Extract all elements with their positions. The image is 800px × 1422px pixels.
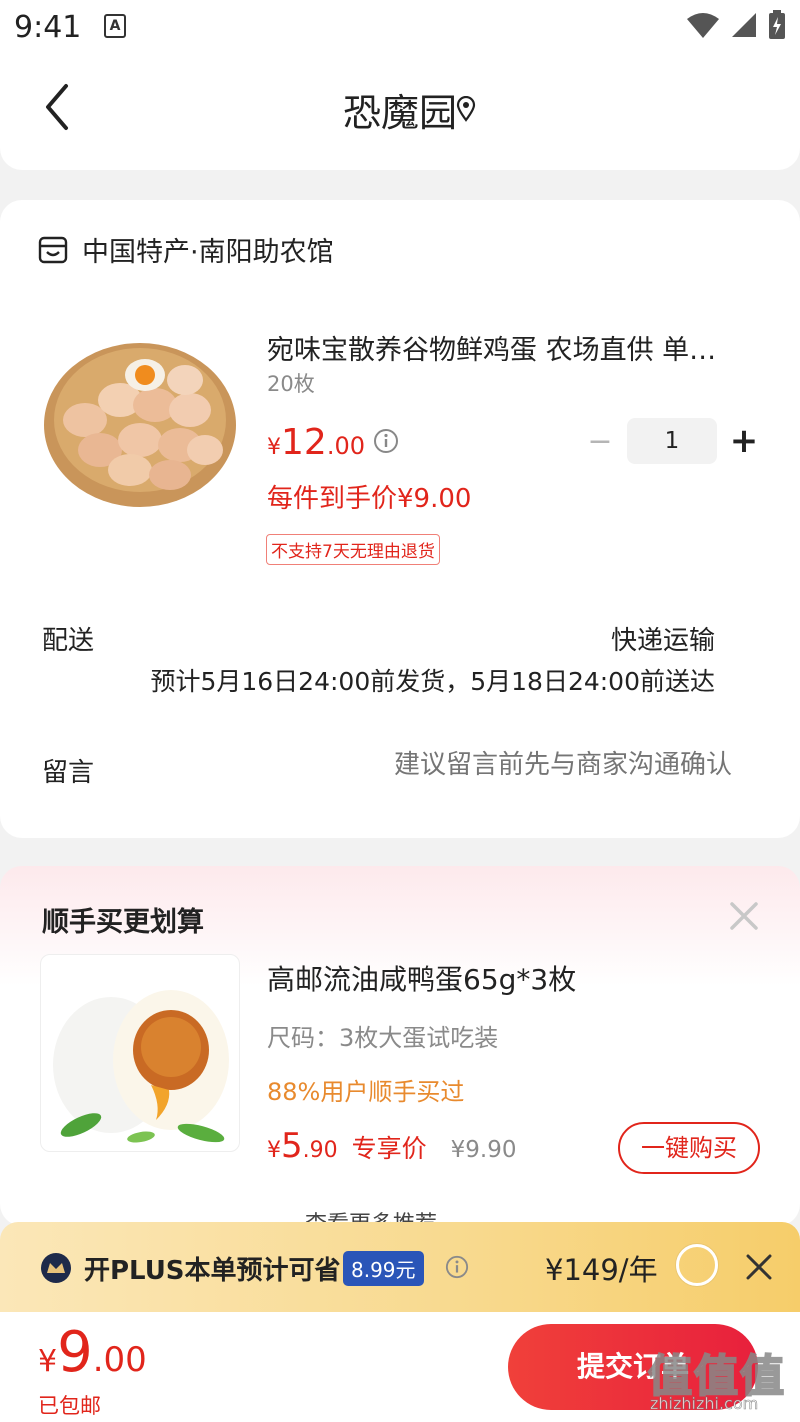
- status-bar: 9:41 A: [0, 0, 800, 52]
- signal-icon: [732, 13, 756, 37]
- plus-select-radio[interactable]: [676, 1244, 718, 1286]
- shop-name: 中国特产·南阳助农馆: [82, 237, 334, 268]
- recommend-section-title: 顺手买更划算: [42, 907, 204, 938]
- price-integer: 12: [281, 422, 327, 463]
- recommend-spec: 尺码：3枚大蛋试吃装: [267, 1024, 499, 1052]
- shop-row[interactable]: 中国特产·南阳助农馆: [38, 230, 334, 269]
- product-price: ¥ 12 .00: [267, 422, 365, 463]
- close-plus-icon[interactable]: [744, 1252, 774, 1282]
- recommend-price-tag: 专享价: [351, 1134, 427, 1163]
- plus-logo-icon: [41, 1253, 71, 1283]
- return-policy-badge: 不支持7天无理由退货: [266, 534, 440, 565]
- price-info-icon[interactable]: [373, 428, 399, 454]
- total-decimal: .00: [92, 1340, 147, 1380]
- total-price: ¥ 9 .00: [38, 1320, 147, 1385]
- plus-promo-bar: 开PLUS本单预计可省 8.99元 ¥149/年: [0, 1222, 800, 1312]
- plus-save-badge: 8.99元: [343, 1251, 424, 1286]
- shop-icon: [38, 236, 68, 263]
- increase-quantity-button[interactable]: +: [729, 421, 759, 461]
- page-title: 恐魔园: [342, 91, 457, 135]
- close-recommend-icon[interactable]: [728, 900, 760, 932]
- recommend-title[interactable]: 高邮流油咸鸭蛋65g*3枚: [267, 958, 576, 998]
- recommend-original-price: ¥9.90: [450, 1137, 517, 1163]
- duck-egg-image[interactable]: [40, 954, 240, 1152]
- recommend-price-integer: 5: [281, 1126, 303, 1166]
- final-price: 每件到手价¥9.00: [267, 484, 472, 514]
- shipping-estimate: 预计5月16日24:00前发货，5月18日24:00前送达: [150, 667, 715, 696]
- free-shipping-label: 已包邮: [38, 1394, 101, 1418]
- watermark: 值值值 zhizhizhi.com: [647, 1340, 798, 1420]
- note-label: 留言: [42, 758, 95, 788]
- egg-basket-image[interactable]: [40, 320, 240, 520]
- shipping-label: 配送: [42, 626, 95, 656]
- status-time: 9:41: [14, 10, 82, 45]
- product-title[interactable]: 宛味宝散养谷物鲜鸡蛋 农场直供 单…: [267, 328, 737, 367]
- system-icons: [686, 10, 786, 40]
- location-pin-icon[interactable]: [456, 96, 476, 122]
- plus-info-icon[interactable]: [445, 1255, 469, 1279]
- total-integer: 9: [57, 1320, 93, 1385]
- note-input[interactable]: [312, 750, 732, 780]
- battery-icon: [769, 10, 785, 39]
- quantity-value[interactable]: 1: [627, 418, 717, 464]
- price-decimal: .00: [326, 432, 365, 460]
- notification-a-icon: A: [104, 14, 126, 38]
- order-card: 中国特产·南阳助农馆 宛味宝散养谷物鲜鸡蛋 农场直供 单… 20枚 ¥ 12 .…: [0, 200, 800, 838]
- plus-promo-text: 开PLUS本单预计可省: [84, 1256, 341, 1286]
- recommend-price-symbol: ¥: [267, 1138, 281, 1163]
- shipping-method[interactable]: 快递运输: [611, 620, 715, 657]
- decrease-quantity-button[interactable]: −: [585, 424, 615, 459]
- one-click-buy-button[interactable]: 一键购买: [618, 1122, 760, 1174]
- price-symbol: ¥: [267, 435, 281, 460]
- recommend-price: ¥ 5 .90 专享价 ¥9.90: [267, 1126, 517, 1166]
- total-symbol: ¥: [38, 1344, 58, 1379]
- recommend-bought-stat: 88%用户顺手买过: [267, 1078, 465, 1106]
- watermark-url: zhizhizhi.com: [650, 1394, 759, 1414]
- wifi-icon: [687, 13, 719, 38]
- recommend-card: 顺手买更划算 高邮流油咸鸭蛋65g*3枚 尺码：3枚大蛋试吃装 88%用户顺手买…: [0, 866, 800, 1226]
- nav-header: 恐魔园: [0, 52, 800, 170]
- product-spec: 20枚: [267, 372, 315, 396]
- recommend-price-decimal: .90: [302, 1138, 338, 1163]
- quantity-stepper: − 1 +: [585, 418, 759, 464]
- plus-price: ¥149/年: [545, 1253, 658, 1287]
